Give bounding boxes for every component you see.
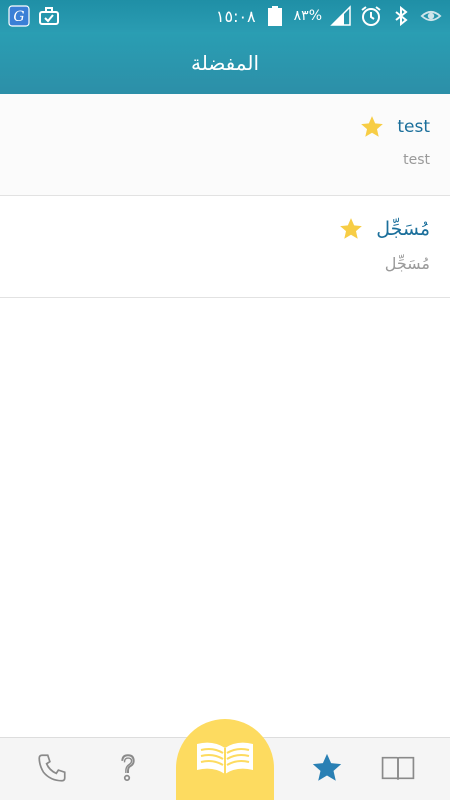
app-header: المفضلة (0, 32, 450, 94)
page-title: المفضلة (190, 51, 260, 75)
star-icon[interactable] (338, 216, 364, 242)
favorite-translation: مُسَجِّل (384, 254, 430, 273)
list-item[interactable]: test test (0, 94, 450, 196)
eye-icon (420, 5, 442, 27)
star-icon (310, 751, 344, 789)
nav-phone-button[interactable] (22, 738, 82, 800)
favorite-word: test (397, 117, 430, 137)
status-bar: G ١٥:٠٨ ٨٣% (0, 0, 450, 32)
battery-icon (264, 5, 286, 27)
briefcase-icon (38, 5, 60, 27)
battery-percent: ٨٣% (293, 8, 322, 24)
star-icon[interactable] (359, 114, 385, 140)
signal-icon (330, 5, 352, 27)
phone-icon (35, 751, 69, 789)
favorite-translation: test (403, 152, 430, 168)
alarm-icon (360, 5, 382, 27)
nav-favorites-button[interactable] (297, 738, 357, 800)
g-app-icon: G (8, 5, 30, 27)
help-icon (111, 751, 145, 789)
book-icon (380, 753, 416, 787)
dictionary-book-icon (193, 736, 257, 784)
bluetooth-icon (390, 5, 412, 27)
favorites-list: test test مُسَجِّل مُسَجِّل (0, 94, 450, 298)
clock-text: ١٥:٠٨ (215, 6, 256, 26)
svg-text:G: G (13, 9, 24, 25)
dictionary-home-button[interactable] (176, 719, 274, 800)
list-item[interactable]: مُسَجِّل مُسَجِّل (0, 196, 450, 298)
favorite-word: مُسَجِّل (376, 218, 430, 240)
nav-book-button[interactable] (368, 738, 428, 800)
nav-help-button[interactable] (98, 738, 158, 800)
